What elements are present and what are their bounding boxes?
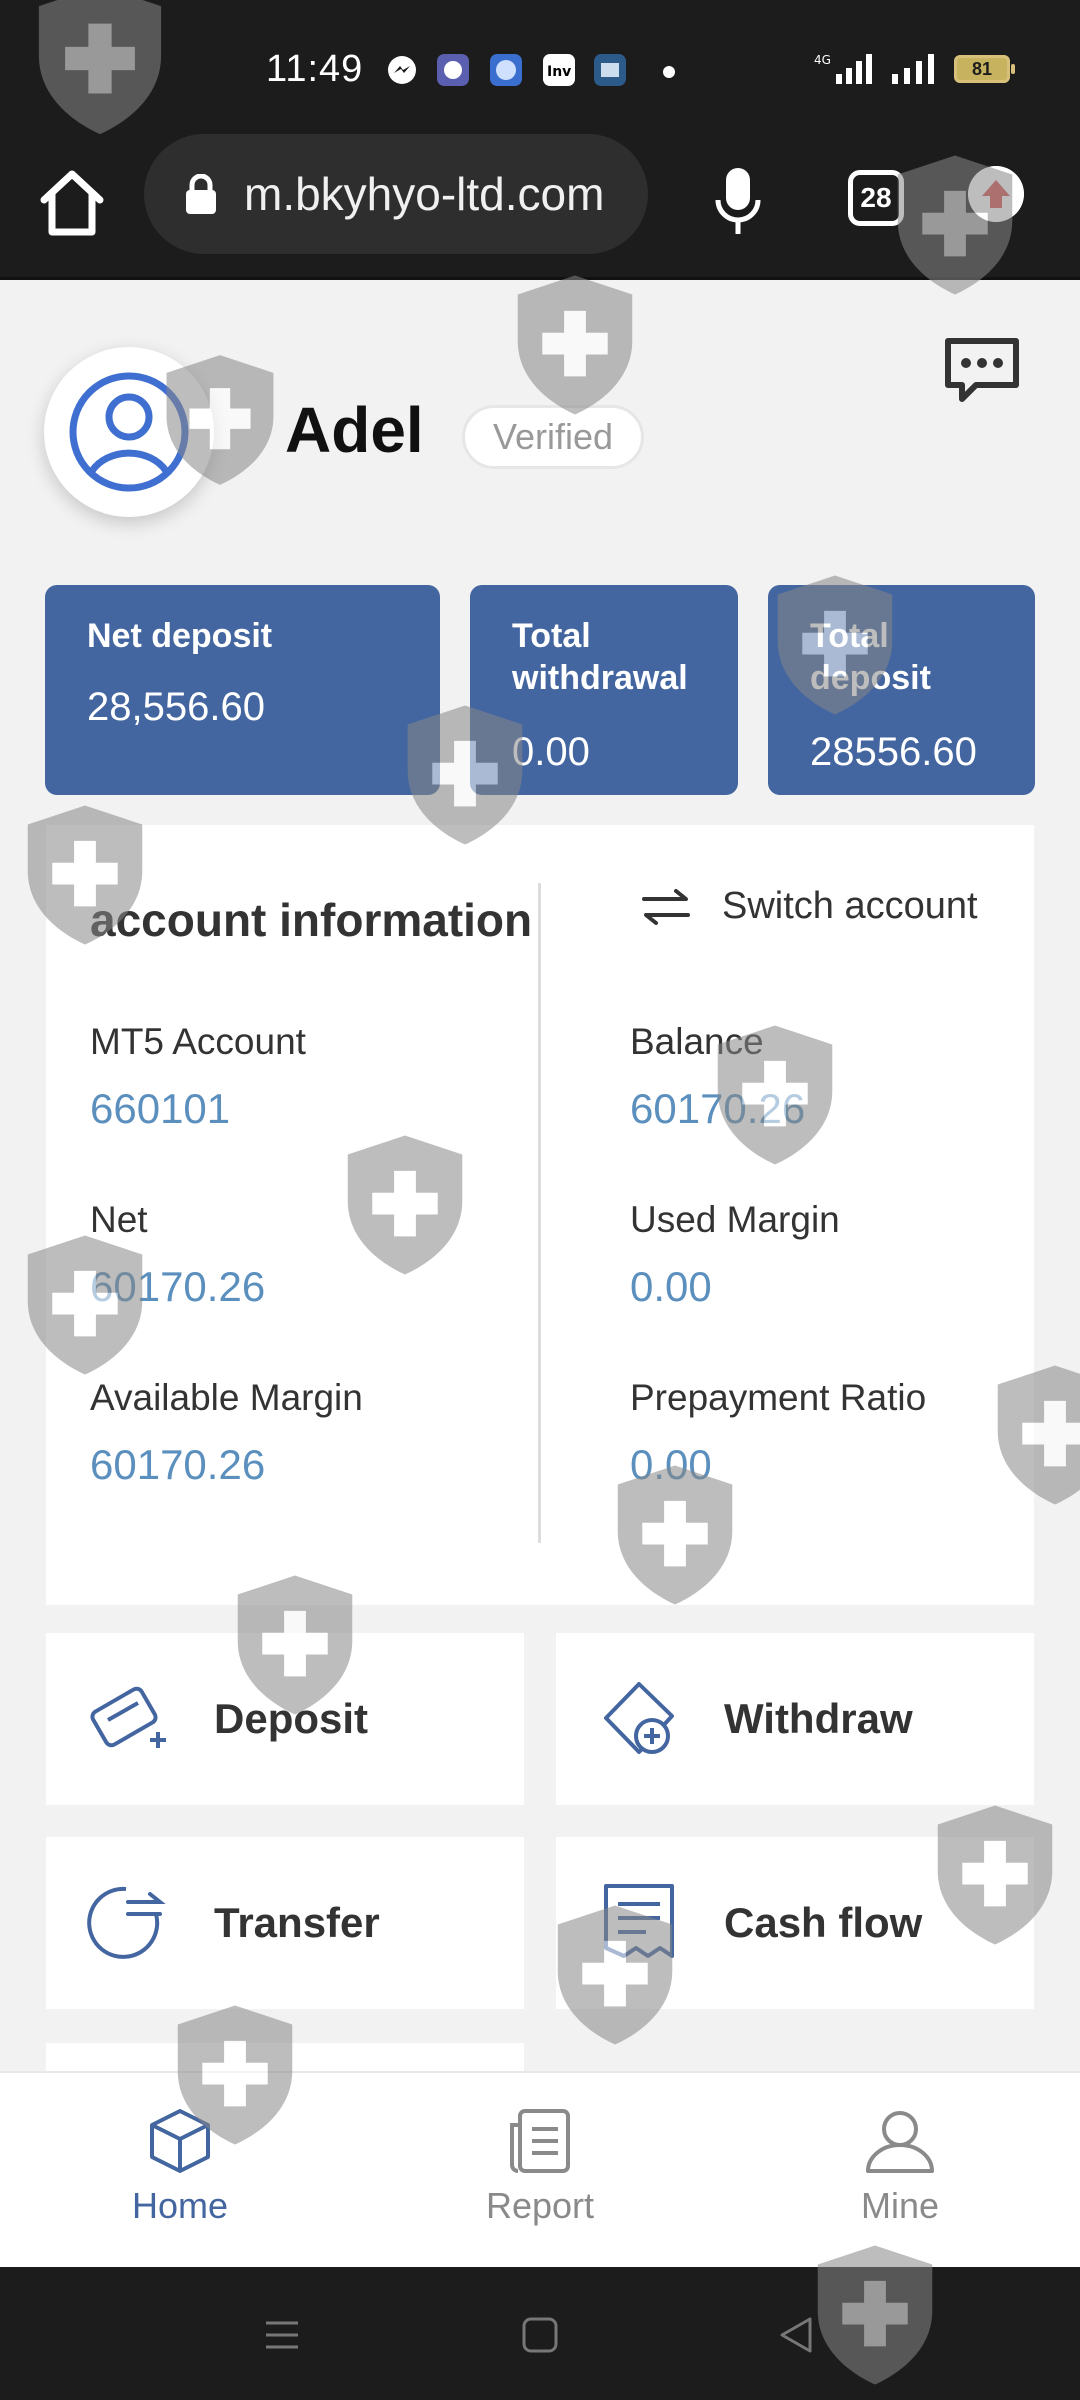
network-label: 4G <box>814 53 831 67</box>
field-value: 0.00 <box>630 1263 712 1310</box>
cash-flow-label: Cash flow <box>724 1899 923 1946</box>
signal-icon <box>892 54 934 84</box>
app-icon <box>594 54 626 86</box>
total-deposit-card: Total deposit 28556.60 <box>768 585 1035 795</box>
field-used-margin: Used Margin 0.00 <box>630 1199 840 1311</box>
bottom-navigation: Home Report Mine <box>0 2071 1080 2267</box>
messenger-icon <box>388 56 416 84</box>
withdraw-label: Withdraw <box>724 1695 913 1742</box>
system-indicators: 4G 81 <box>814 52 1015 86</box>
next-tile-peek <box>46 2043 524 2071</box>
cube-icon <box>150 2109 210 2173</box>
field-label: Used Margin <box>630 1199 840 1240</box>
update-available-icon[interactable] <box>968 166 1024 222</box>
more-notifications-dot <box>663 66 675 78</box>
switch-account-label: Switch account <box>722 885 978 927</box>
home-system-icon[interactable] <box>520 2315 560 2355</box>
nav-mine-label: Mine <box>860 2185 940 2226</box>
svg-text:Inv: Inv <box>547 64 571 80</box>
field-value: 60170.26 <box>90 1263 266 1310</box>
deposit-label: Deposit <box>214 1695 369 1742</box>
account-home-page: Adel Verified Net deposit 28,556.60 Tota… <box>0 283 1080 2071</box>
stat-value: 28,556.60 <box>87 685 265 729</box>
cash-flow-icon <box>604 1884 674 1958</box>
total-withdrawal-card: Total withdrawal 0.00 <box>470 585 738 795</box>
stat-label: Total withdrawal <box>512 617 688 697</box>
nav-report[interactable]: Report <box>440 2105 640 2227</box>
stat-value: 0.00 <box>512 730 590 774</box>
net-deposit-card: Net deposit 28,556.60 <box>45 585 440 795</box>
user-avatar-icon <box>69 372 189 492</box>
switch-account-button[interactable]: Switch account <box>640 885 978 928</box>
lock-icon <box>186 174 216 214</box>
microphone-icon[interactable] <box>708 164 768 238</box>
account-information-card: account information Switch account MT5 A… <box>46 825 1034 1605</box>
field-balance: Balance 60170.26 <box>630 1021 805 1133</box>
field-prepayment-ratio: Prepayment Ratio 0.00 <box>630 1377 926 1489</box>
transfer-button[interactable]: Transfer <box>46 1837 524 2009</box>
withdraw-button[interactable]: Withdraw <box>556 1633 1034 1805</box>
field-label: Net <box>90 1199 148 1240</box>
avatar[interactable] <box>44 347 214 517</box>
nav-home-label: Home <box>131 2185 229 2226</box>
tab-switcher-button[interactable]: 28 <box>848 170 904 226</box>
nav-home[interactable]: Home <box>80 2105 280 2227</box>
withdraw-icon <box>604 1682 674 1754</box>
field-label: Available Margin <box>90 1377 363 1418</box>
transfer-icon <box>87 1886 166 1959</box>
deposit-icon <box>90 1686 166 1748</box>
field-value: 60170.26 <box>90 1441 266 1488</box>
verified-badge: Verified <box>462 405 644 469</box>
field-mt5-account: MT5 Account 660101 <box>90 1021 306 1133</box>
field-value: 660101 <box>90 1085 231 1132</box>
signal-4g-icon: 4G <box>814 53 872 84</box>
investing-icon: Inv <box>543 54 575 86</box>
app-icon <box>490 54 522 86</box>
user-name: Adel <box>285 394 424 466</box>
report-icon <box>510 2109 570 2173</box>
system-navigation-bar <box>0 2267 1080 2400</box>
cash-flow-button[interactable]: Cash flow <box>556 1837 1034 2009</box>
stat-label: Total deposit <box>810 617 931 697</box>
deposit-button[interactable]: Deposit <box>46 1633 524 1805</box>
swap-arrows-icon <box>642 888 690 925</box>
field-label: MT5 Account <box>90 1021 306 1062</box>
address-bar[interactable]: m.bkyhyo-ltd.com <box>144 134 648 254</box>
section-title: account information <box>90 894 533 946</box>
field-label: Balance <box>630 1021 764 1062</box>
stat-value: 28556.60 <box>810 730 977 774</box>
back-icon[interactable] <box>776 2315 816 2355</box>
app-icon <box>437 54 469 86</box>
battery-indicator: 81 <box>954 55 1015 83</box>
nav-mine[interactable]: Mine <box>800 2105 1000 2227</box>
field-net: Net 60170.26 <box>90 1199 265 1311</box>
field-available-margin: Available Margin 60170.26 <box>90 1377 363 1489</box>
clock: 11:49 <box>266 48 364 90</box>
field-value: 60170.26 <box>630 1085 806 1132</box>
recents-icon[interactable] <box>262 2315 302 2355</box>
person-icon <box>866 2111 934 2173</box>
field-value: 0.00 <box>630 1441 712 1488</box>
transfer-label: Transfer <box>214 1899 380 1946</box>
browser-toolbar: m.bkyhyo-ltd.com 28 <box>0 132 1080 280</box>
chat-icon[interactable] <box>942 335 1022 405</box>
stat-label: Net deposit <box>87 617 273 655</box>
url-text[interactable]: m.bkyhyo-ltd.com <box>244 167 604 221</box>
nav-report-label: Report <box>485 2185 595 2226</box>
divider <box>538 883 541 1543</box>
field-label: Prepayment Ratio <box>630 1377 927 1418</box>
status-bar: 11:49 Inv 4G 81 <box>0 0 1080 132</box>
home-icon[interactable] <box>36 162 108 242</box>
